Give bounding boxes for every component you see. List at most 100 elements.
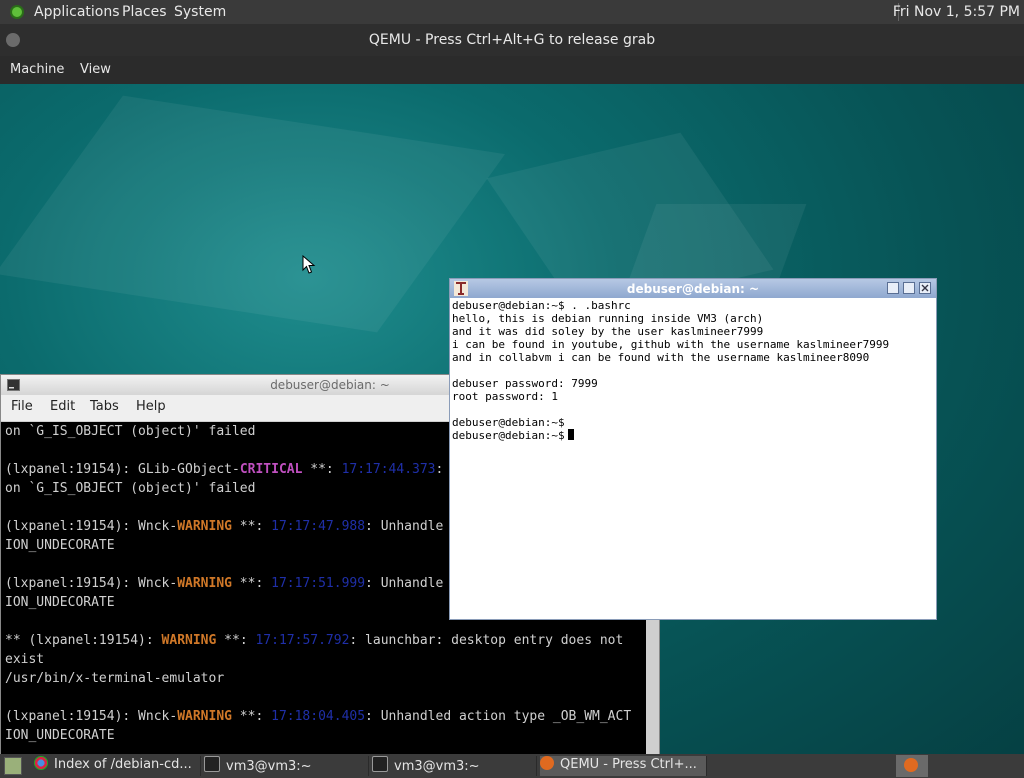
qemu-icon bbox=[904, 758, 918, 772]
edit-menu[interactable]: Edit bbox=[50, 399, 75, 414]
terminal-icon bbox=[204, 756, 220, 772]
terminal-text: debuser@debian:~$ bbox=[452, 429, 565, 442]
terminal-text: ION_UNDECORATE bbox=[5, 595, 115, 610]
mate-logo-icon[interactable] bbox=[10, 5, 24, 19]
terminal-text: : Unhandled action type _OB_WM_ACT bbox=[365, 709, 632, 724]
terminal-text: debuser password: 7999 bbox=[452, 377, 598, 390]
terminal-text: : Unhandle bbox=[365, 576, 444, 591]
terminal-text: ION_UNDECORATE bbox=[5, 538, 115, 553]
xterm-titlebar[interactable]: debuser@debian: ~ bbox=[450, 279, 936, 298]
terminal-text: **: bbox=[302, 462, 342, 477]
task-label: vm3@vm3:~ bbox=[226, 759, 312, 774]
terminal-line: and in collabvm i can be found with the … bbox=[450, 351, 936, 364]
places-menu[interactable]: Places bbox=[122, 4, 167, 20]
terminal-line: i can be found in youtube, github with t… bbox=[450, 338, 936, 351]
terminal-text: 17:17:57.792 bbox=[255, 633, 350, 648]
terminal-line: and it was did soley by the user kaslmin… bbox=[450, 325, 936, 338]
mouse-pointer-icon bbox=[302, 255, 316, 274]
terminal-text: ** (lxpanel:19154): bbox=[5, 633, 162, 648]
terminal-text: (lxpanel:19154): GLib-GObject- bbox=[5, 462, 240, 477]
task-label: QEMU - Press Ctrl+... bbox=[560, 757, 697, 772]
terminal-text: (lxpanel:19154): Wnck- bbox=[5, 709, 178, 724]
qemu-menubar: Machine View bbox=[0, 56, 1024, 84]
qemu-icon bbox=[540, 756, 554, 770]
terminal-line: debuser password: 7999 bbox=[450, 377, 936, 390]
file-menu[interactable]: File bbox=[11, 399, 33, 414]
terminal-line: /usr/bin/x-terminal-emulator bbox=[1, 669, 646, 688]
terminal-line: debuser@debian:~$ . .bashrc bbox=[450, 299, 936, 312]
task-chromium[interactable]: Index of /debian-cd... bbox=[34, 756, 201, 776]
terminal-text: /usr/bin/x-terminal-emulator bbox=[5, 671, 225, 686]
close-icon bbox=[921, 284, 929, 292]
wallpaper-shard bbox=[0, 95, 506, 333]
terminal-text: (lxpanel:19154): Wnck- bbox=[5, 519, 178, 534]
applications-menu[interactable]: Applications bbox=[34, 4, 120, 20]
qemu-window-title: QEMU - Press Ctrl+Alt+G to release grab bbox=[368, 32, 656, 48]
terminal-text: **: bbox=[231, 576, 272, 591]
clock[interactable]: Fri Nov 1, 5:57 PM bbox=[893, 4, 1020, 20]
xterm-title: debuser@debian: ~ bbox=[626, 282, 760, 296]
terminal-line: exist bbox=[1, 650, 646, 669]
terminal-text: debuser@debian:~$ . .bashrc bbox=[452, 299, 631, 312]
terminal-text: WARNING bbox=[177, 519, 232, 534]
terminal-text: WARNING bbox=[177, 709, 232, 724]
qemu-titlebar: QEMU - Press Ctrl+Alt+G to release grab bbox=[0, 24, 1024, 56]
terminal-text: i can be found in youtube, github with t… bbox=[452, 338, 890, 351]
terminal-line: ION_UNDECORATE bbox=[1, 726, 646, 745]
terminal-text: and in collabvm i can be found with the … bbox=[452, 351, 870, 364]
guest-desktop: debuser@debian: ~ File Edit Tabs Help on… bbox=[0, 84, 1024, 778]
terminal-text: : Unhandle bbox=[365, 519, 444, 534]
terminal-text: WARNING bbox=[177, 576, 232, 591]
tabs-menu[interactable]: Tabs bbox=[90, 399, 119, 414]
terminal-text: on `G_IS_OBJECT (object)' failed bbox=[5, 481, 256, 496]
close-button[interactable] bbox=[919, 282, 931, 294]
system-menu[interactable]: System bbox=[174, 4, 226, 20]
terminal-text: 17:17:44.373 bbox=[341, 462, 436, 477]
show-desktop-icon[interactable] bbox=[4, 757, 22, 775]
terminal-text: **: bbox=[231, 519, 272, 534]
task-label: Index of /debian-cd... bbox=[54, 757, 192, 772]
terminal-line: hello, this is debian running inside VM3… bbox=[450, 312, 936, 325]
task-terminal-2[interactable]: vm3@vm3:~ bbox=[372, 756, 537, 776]
terminal-text: ION_UNDECORATE bbox=[5, 728, 115, 743]
terminal-text: (lxpanel:19154): Wnck- bbox=[5, 576, 178, 591]
terminal-line: root password: 1 bbox=[450, 390, 936, 403]
machine-menu[interactable]: Machine bbox=[10, 62, 64, 77]
xterm-window[interactable]: debuser@debian: ~ debuser@debian:~$ . .b… bbox=[449, 278, 937, 620]
terminal-line: ** (lxpanel:19154): WARNING **: 17:17:57… bbox=[1, 631, 646, 650]
terminal-text: 17:18:04.405 bbox=[271, 709, 366, 724]
terminal-text: **: bbox=[216, 633, 256, 648]
chromium-icon bbox=[34, 756, 48, 770]
terminal-text: exist bbox=[5, 652, 45, 667]
terminal-text: on `G_IS_OBJECT (object)' failed bbox=[5, 424, 256, 439]
terminal-text: hello, this is debian running inside VM3… bbox=[452, 312, 764, 325]
help-menu[interactable]: Help bbox=[136, 399, 166, 414]
terminal-icon bbox=[372, 756, 388, 772]
minimize-button[interactable] bbox=[887, 282, 899, 294]
maximize-button[interactable] bbox=[903, 282, 915, 294]
terminal-text: debuser@debian:~$ bbox=[452, 416, 565, 429]
task-terminal-1[interactable]: vm3@vm3:~ bbox=[204, 756, 369, 776]
host-taskbar: Index of /debian-cd... vm3@vm3:~ vm3@vm3… bbox=[0, 754, 1024, 778]
terminal-text: **: bbox=[231, 709, 272, 724]
host-top-panel: Applications Places System Fri Nov 1, 5:… bbox=[0, 0, 1024, 24]
terminal-text: 17:17:51.999 bbox=[271, 576, 366, 591]
terminal-text: CRITICAL bbox=[239, 462, 303, 477]
terminal-line: debuser@debian:~$ bbox=[450, 429, 936, 442]
terminal-text: : launchbar: desktop entry does not bbox=[349, 633, 624, 648]
terminal-text: root password: 1 bbox=[452, 390, 558, 403]
xterm-output[interactable]: debuser@debian:~$ . .bashrc hello, this i… bbox=[450, 299, 936, 619]
terminal-line: (lxpanel:19154): Wnck-WARNING **: 17:18:… bbox=[1, 707, 646, 726]
task-qemu[interactable]: QEMU - Press Ctrl+... bbox=[540, 756, 707, 776]
terminal-line: debuser@debian:~$ bbox=[450, 416, 936, 429]
text-cursor bbox=[567, 429, 574, 440]
terminal-text: 17:17:47.988 bbox=[271, 519, 366, 534]
terminal-text: WARNING bbox=[161, 633, 217, 648]
view-menu[interactable]: View bbox=[80, 62, 111, 77]
task-label: vm3@vm3:~ bbox=[394, 759, 480, 774]
workspace-switcher[interactable] bbox=[896, 755, 928, 777]
terminal-text: and it was did soley by the user kaslmin… bbox=[452, 325, 764, 338]
